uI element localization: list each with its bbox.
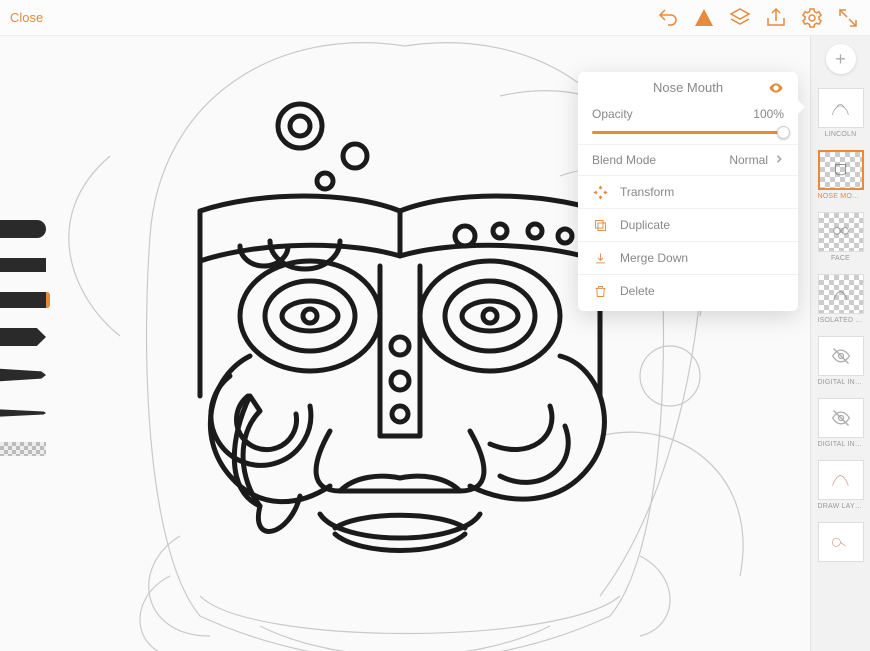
- layer-item-digital1[interactable]: DIGITAL INKING: [818, 336, 864, 386]
- blend-label: Blend Mode: [592, 153, 729, 167]
- close-button[interactable]: Close: [10, 10, 43, 25]
- brush-taper-3[interactable]: [0, 404, 46, 422]
- settings-icon[interactable]: [800, 6, 824, 30]
- layer-label: FACE: [818, 255, 864, 262]
- layer-label: DIGITAL INKING: [818, 379, 864, 386]
- transform-action[interactable]: Transform: [578, 175, 798, 208]
- brush-picker: [0, 220, 58, 456]
- delete-action[interactable]: Delete: [578, 274, 798, 307]
- layer-label: LINCOLN: [818, 131, 864, 138]
- layer-label: ISOLATED DRAWING: [818, 317, 864, 324]
- trash-icon: [592, 283, 608, 299]
- hidden-eye-icon: [819, 337, 863, 375]
- layer-item-8[interactable]: [818, 522, 864, 565]
- layer-item-face[interactable]: FACE: [818, 212, 864, 262]
- action-label: Duplicate: [620, 218, 670, 232]
- action-label: Delete: [620, 284, 655, 298]
- layer-label: NOSE MOUTH: [818, 193, 864, 200]
- chevron-right-icon: [774, 153, 784, 167]
- hidden-eye-icon: [819, 399, 863, 437]
- duplicate-action[interactable]: Duplicate: [578, 208, 798, 241]
- duplicate-icon: [592, 217, 608, 233]
- opacity-label: Opacity: [592, 107, 753, 121]
- undo-icon[interactable]: [656, 6, 680, 30]
- layer-label: DRAW LAYER: [818, 503, 864, 510]
- layer-item-lincoln[interactable]: LINCOLN: [818, 88, 864, 138]
- opacity-slider[interactable]: [578, 129, 798, 144]
- brush-eraser[interactable]: [0, 442, 46, 456]
- brush-flat[interactable]: [0, 258, 46, 272]
- layer-item-isolated[interactable]: ISOLATED DRAWING: [818, 274, 864, 324]
- share-icon[interactable]: [764, 6, 788, 30]
- brush-chisel[interactable]: [0, 292, 50, 308]
- brush-taper-1[interactable]: [0, 328, 46, 346]
- blend-mode-row[interactable]: Blend Mode Normal: [578, 144, 798, 175]
- merge-action[interactable]: Merge Down: [578, 241, 798, 274]
- layer-item-drawlayer[interactable]: DRAW LAYER: [818, 460, 864, 510]
- shape-tool-icon[interactable]: [692, 6, 716, 30]
- layer-item-nosemouth[interactable]: NOSE MOUTH: [818, 150, 864, 200]
- layer-label: DIGITAL INKING: [818, 441, 864, 448]
- action-label: Transform: [620, 185, 674, 199]
- layers-icon[interactable]: [728, 6, 752, 30]
- brush-taper-2[interactable]: [0, 366, 46, 384]
- top-toolbar: Close: [0, 0, 870, 36]
- opacity-value: 100%: [753, 107, 784, 121]
- popover-title: Nose Mouth: [653, 80, 723, 95]
- brush-round[interactable]: [0, 220, 46, 238]
- layer-item-digital2[interactable]: DIGITAL INKING: [818, 398, 864, 448]
- layer-options-popover: Nose Mouth Opacity 100% Blend Mode Norma…: [578, 72, 798, 311]
- merge-down-icon: [592, 250, 608, 266]
- blend-value: Normal: [729, 153, 768, 167]
- transform-icon: [592, 184, 608, 200]
- visibility-toggle-icon[interactable]: [768, 80, 784, 99]
- add-layer-button[interactable]: +: [826, 44, 856, 74]
- action-label: Merge Down: [620, 251, 688, 265]
- fullscreen-icon[interactable]: [836, 6, 860, 30]
- layers-panel: + LINCOLN NOSE MOUTH FACE ISOLATED DRAWI…: [810, 36, 870, 651]
